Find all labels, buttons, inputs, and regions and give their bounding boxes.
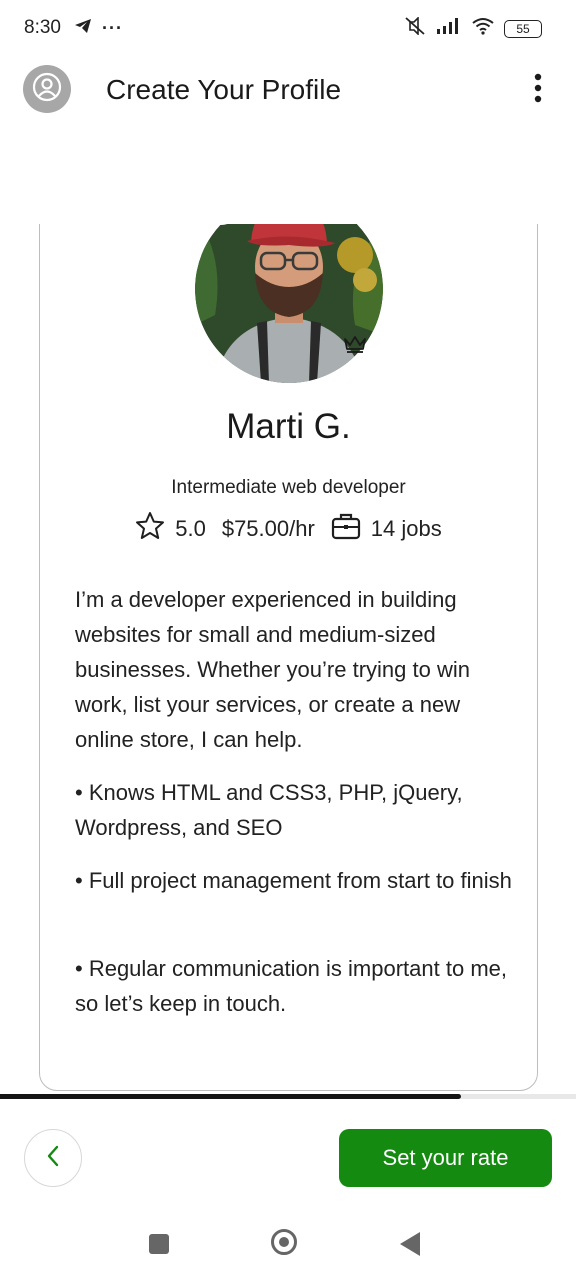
more-vertical-icon <box>534 73 542 108</box>
profile-avatar-button[interactable] <box>23 65 71 113</box>
signal-icon <box>436 18 462 39</box>
system-back-button[interactable] <box>400 1232 420 1256</box>
overflow-menu-button[interactable] <box>520 70 556 110</box>
skill-bullet: • Regular communication is important to … <box>75 956 507 1016</box>
briefcase-icon <box>331 512 361 546</box>
set-your-rate-button[interactable]: Set your rate <box>339 1129 552 1187</box>
app-bar: Create Your Profile <box>0 58 576 124</box>
mute-icon <box>404 16 426 40</box>
star-icon <box>135 511 165 547</box>
back-button[interactable] <box>24 1129 82 1187</box>
crown-icon <box>343 335 367 358</box>
profile-photo <box>195 224 383 383</box>
onboarding-progress-bar <box>0 1094 576 1099</box>
battery-icon: 55 <box>504 19 542 38</box>
profile-bio: I’m a developer experienced in building … <box>75 587 470 752</box>
rating-value: 5.0 <box>175 516 206 541</box>
skill-bullet: • Full project management from start to … <box>75 868 512 893</box>
jobs-stat: 14 jobs <box>331 512 442 546</box>
onboarding-progress-fill <box>0 1094 461 1099</box>
rating-stat: 5.0 <box>135 511 206 547</box>
home-button[interactable] <box>271 1229 297 1255</box>
jobs-count: 14 jobs <box>370 516 442 541</box>
profile-preview-scroll[interactable]: Marti G. Intermediate web developer 5.0 … <box>0 224 576 1094</box>
system-navigation-bar <box>0 1212 576 1280</box>
wifi-icon <box>472 17 494 40</box>
chevron-left-icon <box>46 1144 60 1173</box>
user-icon <box>32 72 62 107</box>
freelancer-name: Marti G. <box>226 407 351 446</box>
page-title: Create Your Profile <box>106 74 342 105</box>
status-time: 8:30 <box>24 17 61 38</box>
profile-stats: 5.0 $75.00/hr 14 jobs <box>40 511 537 547</box>
skill-bullet: • Knows HTML and CSS3, PHP, jQuery, Word… <box>75 780 463 840</box>
more-dots-icon: ··· <box>102 18 123 38</box>
profile-preview-card: Marti G. Intermediate web developer 5.0 … <box>39 224 538 1091</box>
recent-apps-button[interactable] <box>149 1234 169 1254</box>
status-bar: 8:30 ··· 55 <box>0 0 576 58</box>
freelancer-headline: Intermediate web developer <box>171 477 406 498</box>
telegram-icon <box>74 18 92 39</box>
hourly-rate: $75.00/hr <box>221 516 315 541</box>
